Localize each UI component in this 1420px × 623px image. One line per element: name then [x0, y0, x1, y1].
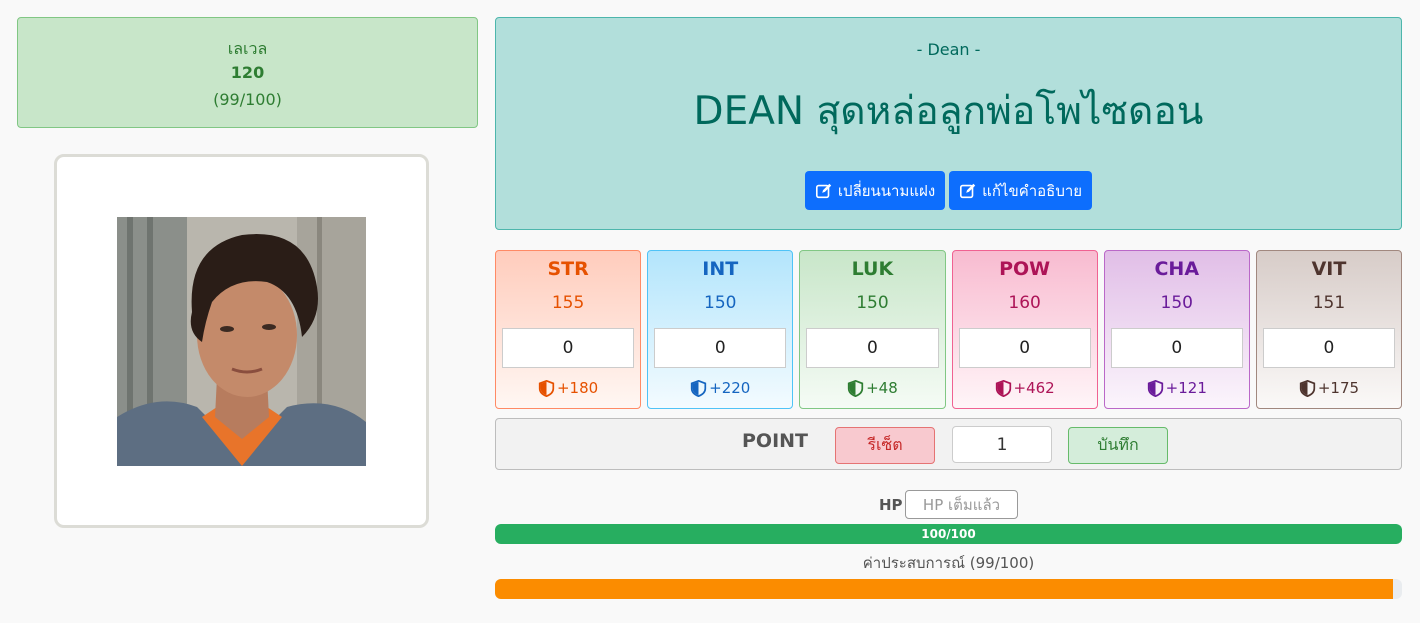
stat-card-pow: POW 160 +462 — [951, 250, 1098, 409]
avatar-card — [54, 154, 429, 528]
hp-label: HP — [879, 496, 903, 514]
stats-row: STR 155 +180 INT 150 +220 LUK 150 +48 PO… — [495, 250, 1403, 409]
level-label: เลเวล — [227, 39, 268, 58]
avatar — [117, 217, 366, 466]
shield-icon — [847, 379, 864, 397]
stat-name: CHA — [1154, 258, 1200, 280]
exp-progress-fill — [495, 579, 1393, 599]
edit-icon — [960, 183, 976, 198]
shield-icon — [1147, 379, 1163, 397]
stat-bonus-value: +175 — [1317, 379, 1360, 397]
point-input[interactable] — [952, 426, 1052, 463]
stat-card-cha: CHA 150 +121 — [1103, 250, 1250, 409]
exp-progress-bar — [495, 579, 1402, 599]
stat-bonus-value: +220 — [709, 379, 751, 397]
shield-icon — [1299, 379, 1315, 397]
level-value: 120 — [230, 63, 265, 82]
stat-bonus-value: +48 — [866, 379, 898, 397]
stat-value: 150 — [704, 293, 737, 313]
stat-value: 160 — [1008, 293, 1041, 313]
stat-value: 155 — [551, 293, 585, 313]
level-panel: เลเวล 120 (99/100) — [17, 17, 478, 128]
stat-name: VIT — [1311, 258, 1347, 280]
save-button[interactable]: บันทึก — [1068, 427, 1168, 464]
profile-header: - Dean - DEAN สุดหล่อลูกพ่อโพไซดอน เปลี่… — [495, 17, 1402, 230]
stat-name: LUK — [851, 258, 894, 280]
stat-value: 151 — [1312, 293, 1346, 313]
stat-bonus-value: +462 — [1013, 379, 1055, 397]
stat-bonus: +121 — [1105, 379, 1249, 397]
hp-progress-bar: 100/100 — [495, 524, 1402, 544]
profile-subtitle: - Dean - — [916, 40, 981, 59]
stat-bonus: +175 — [1257, 379, 1401, 397]
exp-label: ค่าประสบการณ์ (99/100) — [862, 554, 1035, 572]
stat-bonus: +48 — [800, 379, 944, 397]
hp-progress-fill: 100/100 — [495, 524, 1402, 544]
stat-card-vit: VIT 151 +175 — [1255, 250, 1403, 409]
stat-card-luk: LUK 150 +48 — [799, 250, 946, 409]
stat-bonus: +180 — [496, 379, 640, 397]
stat-input-cha[interactable] — [1110, 328, 1243, 368]
hp-full-button[interactable]: HP เต็มแล้ว — [905, 490, 1018, 519]
stat-name: STR — [547, 258, 589, 280]
profile-actions: เปลี่ยนนามแฝง แก้ไขคำอธิบาย — [496, 171, 1401, 210]
stat-card-str: STR 155 +180 — [495, 250, 642, 409]
stat-bonus: +220 — [648, 379, 792, 397]
stat-card-int: INT 150 +220 — [647, 250, 794, 409]
rename-button-label: เปลี่ยนนามแฝง — [837, 181, 936, 200]
stat-name: INT — [702, 258, 739, 280]
stat-bonus-value: +180 — [556, 379, 599, 397]
stat-input-vit[interactable] — [1262, 328, 1396, 368]
stat-input-int[interactable] — [654, 328, 787, 368]
stat-bonus-value: +121 — [1165, 379, 1207, 397]
level-exp-text: (99/100) — [213, 90, 282, 109]
point-panel: POINT รีเซ็ต บันทึก — [495, 418, 1402, 470]
edit-icon — [815, 183, 832, 198]
profile-title: DEAN สุดหล่อลูกพ่อโพไซดอน — [693, 89, 1204, 134]
stat-name: POW — [999, 258, 1051, 280]
stat-input-pow[interactable] — [958, 328, 1091, 368]
stat-value: 150 — [856, 293, 889, 313]
shield-icon — [995, 379, 1011, 397]
stat-input-str[interactable] — [502, 328, 635, 368]
shield-icon — [538, 379, 555, 397]
point-label: POINT — [742, 430, 809, 452]
hp-header: HP HP เต็มแล้ว — [495, 490, 1402, 520]
shield-icon — [691, 379, 707, 397]
reset-button[interactable]: รีเซ็ต — [835, 427, 935, 464]
stat-bonus: +462 — [953, 379, 1097, 397]
stat-value: 150 — [1160, 293, 1193, 313]
edit-description-button[interactable]: แก้ไขคำอธิบาย — [949, 171, 1093, 210]
rename-button[interactable]: เปลี่ยนนามแฝง — [804, 171, 946, 210]
edit-description-button-label: แก้ไขคำอธิบาย — [982, 181, 1083, 200]
stat-input-luk[interactable] — [806, 328, 939, 368]
